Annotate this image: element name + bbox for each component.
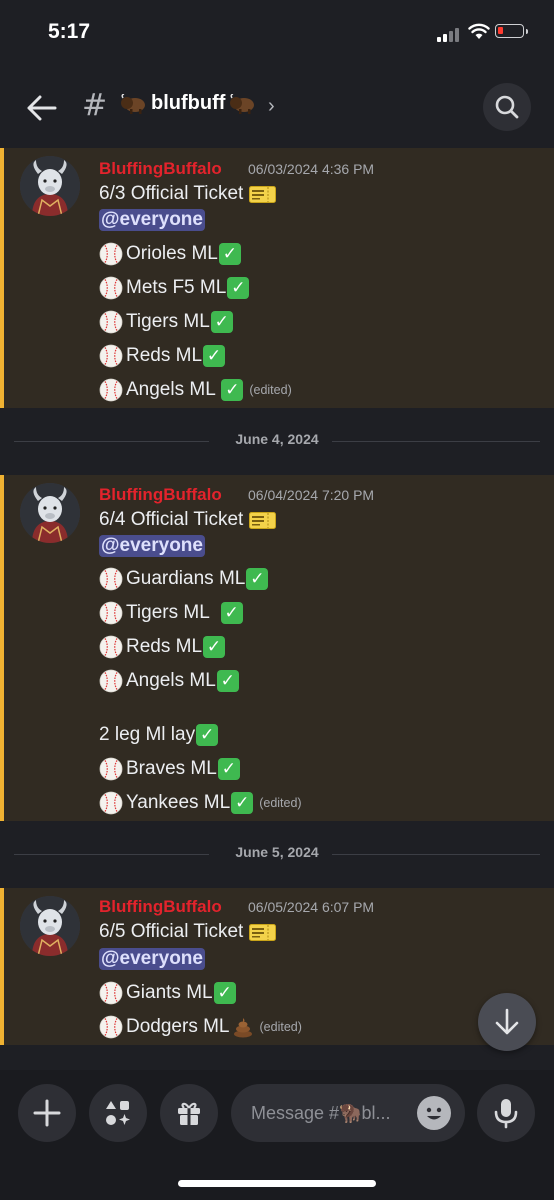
check-icon: ✓ xyxy=(196,724,219,746)
mention-everyone[interactable]: @everyone xyxy=(99,535,205,557)
emoji-button[interactable] xyxy=(417,1096,451,1130)
author-name[interactable]: BluffingBuffalo xyxy=(99,485,222,505)
emoji-icon xyxy=(426,1107,442,1120)
back-button[interactable] xyxy=(22,88,62,128)
pick-line: Guardians ML ✓ xyxy=(99,567,269,591)
search-button[interactable] xyxy=(483,83,531,131)
message-title: 6/4 Official Ticket xyxy=(99,509,276,531)
pick-line: Braves ML ✓ xyxy=(99,757,240,781)
check-icon: ✓ xyxy=(203,345,226,367)
pick-line: Angels ML ✓ xyxy=(99,669,239,693)
baseball-icon xyxy=(99,242,123,266)
hash-icon: # xyxy=(82,88,108,123)
avatar[interactable] xyxy=(20,483,80,543)
baseball-icon xyxy=(99,1015,123,1039)
bison-icon xyxy=(120,94,147,114)
pick-line: Orioles ML ✓ xyxy=(99,242,241,266)
check-icon: ✓ xyxy=(246,568,269,590)
ticket-icon xyxy=(249,512,276,529)
cellular-signal-icon xyxy=(437,26,461,42)
date-divider: June 5, 2024 xyxy=(14,844,540,861)
poop-icon xyxy=(233,1018,252,1038)
check-icon: ✓ xyxy=(231,792,254,814)
voice-message-button[interactable] xyxy=(477,1084,535,1142)
apps-icon xyxy=(106,1101,130,1125)
baseball-icon xyxy=(99,276,123,300)
ticket-icon xyxy=(249,924,276,941)
author-name[interactable]: BluffingBuffalo xyxy=(99,159,222,179)
message-timestamp: 06/05/2024 6:07 PM xyxy=(248,899,375,915)
status-time: 5:17 xyxy=(48,20,91,43)
baseball-icon xyxy=(99,791,123,815)
check-icon: ✓ xyxy=(210,311,233,333)
arrow-down-icon xyxy=(495,1008,519,1035)
avatar[interactable] xyxy=(20,156,80,216)
search-icon xyxy=(495,95,519,119)
baseball-icon xyxy=(99,310,123,334)
add-attachment-button[interactable] xyxy=(18,1084,76,1142)
edited-label: (edited) xyxy=(259,1020,302,1034)
baseball-icon xyxy=(99,669,123,693)
message[interactable]: BluffingBuffalo 06/05/2024 6:07 PM 6/5 O… xyxy=(0,888,554,1045)
message[interactable]: BluffingBuffalo 06/03/2024 4:36 PM 6/3 O… xyxy=(0,148,554,408)
plus-icon xyxy=(33,1099,61,1127)
battery-icon xyxy=(495,24,528,38)
avatar[interactable] xyxy=(20,896,80,956)
jump-to-latest-button[interactable] xyxy=(478,993,536,1051)
baseball-icon xyxy=(99,981,123,1005)
message-title: 6/5 Official Ticket xyxy=(99,921,276,943)
baseball-icon xyxy=(99,601,123,625)
chevron-right-icon[interactable]: › xyxy=(268,95,275,118)
check-icon: ✓ xyxy=(218,243,241,265)
baseball-icon xyxy=(99,635,123,659)
pick-line: Reds ML ✓ xyxy=(99,344,226,368)
pick-line: Tigers ML ✓ xyxy=(99,601,243,625)
pick-line: Yankees ML ✓ (edited) xyxy=(99,791,302,815)
edited-label: (edited) xyxy=(259,796,302,810)
gift-icon xyxy=(178,1102,200,1125)
check-icon: ✓ xyxy=(220,602,243,624)
check-icon: ✓ xyxy=(217,758,240,780)
pick-line: Giants ML ✓ xyxy=(99,981,236,1005)
message-timestamp: 06/03/2024 4:36 PM xyxy=(248,161,375,177)
baseball-icon xyxy=(99,378,123,402)
message[interactable]: BluffingBuffalo 06/04/2024 7:20 PM 6/4 O… xyxy=(0,475,554,821)
edited-label: (edited) xyxy=(249,383,292,397)
microphone-icon xyxy=(494,1099,518,1129)
wifi-icon xyxy=(468,23,490,39)
mention-everyone[interactable]: @everyone xyxy=(99,948,205,970)
pick-line: Angels ML ✓ (edited) xyxy=(99,378,292,402)
date-divider: June 4, 2024 xyxy=(14,431,540,448)
author-name[interactable]: BluffingBuffalo xyxy=(99,897,222,917)
check-icon: ✓ xyxy=(221,379,244,401)
pick-line: Tigers ML ✓ xyxy=(99,310,233,334)
gift-button[interactable] xyxy=(160,1084,218,1142)
channel-name: blufbuff xyxy=(151,92,226,114)
check-icon: ✓ xyxy=(216,670,239,692)
apps-button[interactable] xyxy=(89,1084,147,1142)
baseball-icon xyxy=(99,757,123,781)
check-icon: ✓ xyxy=(203,636,226,658)
channel-title[interactable]: blufbuff xyxy=(120,92,256,115)
message-timestamp: 06/04/2024 7:20 PM xyxy=(248,487,375,503)
check-icon: ✓ xyxy=(227,277,250,299)
ticket-icon xyxy=(249,186,276,203)
baseball-icon xyxy=(99,567,123,591)
pick-line: Reds ML ✓ xyxy=(99,635,226,659)
mention-everyone[interactable]: @everyone xyxy=(99,209,205,231)
baseball-icon xyxy=(99,344,123,368)
pick-line: Dodgers ML (edited) xyxy=(99,1015,302,1039)
arrow-left-icon xyxy=(27,95,57,121)
sub-title: 2 leg Ml lay ✓ xyxy=(99,724,219,746)
message-title: 6/3 Official Ticket xyxy=(99,183,276,205)
pick-line: Mets F5 ML ✓ xyxy=(99,276,250,300)
home-indicator[interactable] xyxy=(178,1180,376,1187)
check-icon: ✓ xyxy=(213,982,236,1004)
bison-icon xyxy=(229,94,256,114)
